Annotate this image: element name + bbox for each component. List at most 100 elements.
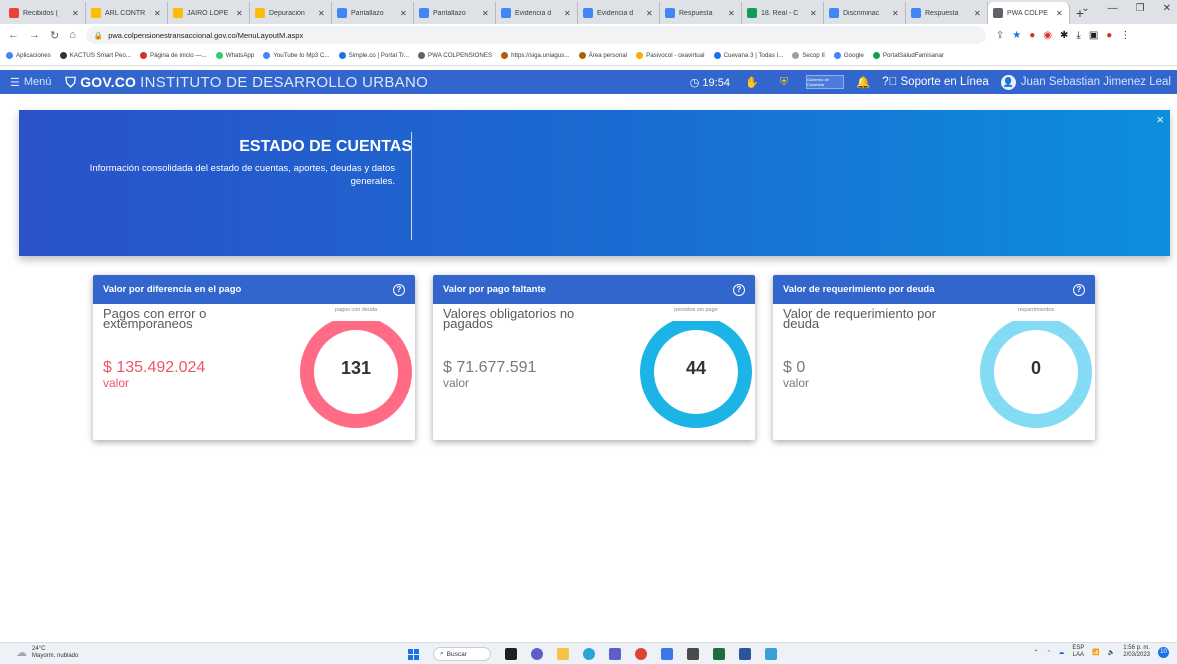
browser-tab[interactable]: Depuración ✕ bbox=[250, 2, 332, 24]
app-shield-icon[interactable] bbox=[661, 648, 673, 660]
bookmark-item[interactable]: Página de inicio —... bbox=[139, 52, 207, 59]
browser-tab[interactable]: Discriminac ✕ bbox=[824, 2, 906, 24]
download-icon[interactable]: ⤓ bbox=[1076, 30, 1080, 41]
photos-icon[interactable] bbox=[765, 648, 777, 660]
chat-icon[interactable] bbox=[531, 648, 543, 660]
reload-icon[interactable]: ↻ bbox=[50, 29, 59, 42]
browser-tab[interactable]: Pantallazo ✕ bbox=[414, 2, 496, 24]
bookmark-item[interactable]: YouTube to Mp3 C... bbox=[263, 52, 330, 59]
bookmark-item[interactable]: Aplicaciones bbox=[6, 52, 51, 59]
gov-co-logo[interactable]: ⛉ GOV.CO bbox=[65, 74, 136, 91]
clock[interactable]: 1:56 p. m. 2/03/2023 bbox=[1123, 645, 1150, 659]
bookmark-item[interactable]: Google bbox=[833, 52, 864, 59]
bookmark-item[interactable]: Simple.co | Portal Tr... bbox=[338, 52, 409, 59]
bookmark-item[interactable]: PWA COLPENSIONES bbox=[418, 52, 492, 59]
card-subtitle: Valores obligatorios no pagados bbox=[443, 306, 575, 331]
bookmark-item[interactable]: WhatsApp bbox=[215, 52, 254, 59]
bookmark-item[interactable]: Secop II bbox=[792, 52, 825, 59]
tab-favicon-icon bbox=[911, 8, 921, 18]
taskbar-search[interactable]: ⌕ Buscar bbox=[433, 647, 491, 661]
chrome-icon[interactable] bbox=[635, 648, 647, 660]
language-indicator[interactable]: ESP LAA bbox=[1072, 645, 1084, 659]
accessibility-icon[interactable]: ✋ bbox=[742, 73, 762, 91]
home-icon[interactable]: ⌂ bbox=[69, 29, 76, 41]
share-icon[interactable]: ⇪ bbox=[996, 30, 1004, 41]
word-icon[interactable] bbox=[739, 648, 751, 660]
browser-tab[interactable]: ARL CONTR ✕ bbox=[86, 2, 168, 24]
restore-button[interactable]: ❐ bbox=[1136, 3, 1145, 14]
profile-icon[interactable]: ● bbox=[1106, 30, 1112, 41]
tray-apps-icon[interactable]: ◔ bbox=[1047, 649, 1051, 655]
tab-close-icon[interactable]: ✕ bbox=[892, 9, 900, 18]
bookmark-item[interactable]: Pasivocol - ceavirtual bbox=[636, 52, 705, 59]
edge-icon[interactable] bbox=[583, 648, 595, 660]
file-explorer-icon[interactable] bbox=[557, 648, 569, 660]
tab-close-icon[interactable]: ✕ bbox=[482, 9, 490, 18]
volume-icon[interactable]: 🔈 bbox=[1108, 649, 1115, 656]
card-amount: $ 0 bbox=[783, 359, 806, 376]
windows-start-icon[interactable] bbox=[408, 648, 419, 660]
tab-close-icon[interactable]: ✕ bbox=[974, 9, 982, 18]
tab-list: Recibidos (✕ ARL CONTR ✕ JAIRO LÓPE ✕ Depurac… bbox=[4, 2, 1070, 24]
user-menu[interactable]: 👤 Juan Sebastian Jimenez Leal bbox=[1000, 74, 1171, 90]
tab-close-icon[interactable]: ✕ bbox=[318, 9, 326, 18]
tab-close-icon[interactable]: ✕ bbox=[564, 9, 572, 18]
menu-button[interactable]: ☰ Menú bbox=[10, 76, 51, 89]
tab-close-icon[interactable]: ✕ bbox=[236, 9, 244, 18]
browser-tab[interactable]: Recibidos (✕ bbox=[4, 2, 86, 24]
browser-tab[interactable]: JAIRO LÓPE ✕ bbox=[168, 2, 250, 24]
card-subtitle: Valor de requerimiento por deuda bbox=[783, 306, 936, 331]
banner-close-icon[interactable]: × bbox=[1156, 112, 1164, 127]
notifications-bell-icon[interactable]: 🔔 bbox=[856, 75, 870, 89]
tab-close-icon[interactable]: ✕ bbox=[728, 9, 736, 18]
onedrive-icon[interactable]: ☁ bbox=[1058, 649, 1064, 656]
help-icon[interactable]: ? bbox=[1073, 283, 1085, 296]
kebab-menu-icon[interactable]: ⋮ bbox=[1120, 30, 1130, 41]
browser-tab[interactable]: PWA COLPE ✕ bbox=[988, 2, 1070, 24]
tab-search-icon[interactable]: ⌄ bbox=[1081, 3, 1089, 14]
opera-icon[interactable]: ● bbox=[1029, 30, 1035, 41]
tab-close-icon[interactable]: ✕ bbox=[646, 9, 654, 18]
support-link[interactable]: ?⃝ Soporte en Línea bbox=[882, 76, 988, 88]
browser-tab[interactable]: Respuesta ✕ bbox=[906, 2, 988, 24]
bookmark-item[interactable]: Área personal bbox=[578, 52, 627, 59]
ring-count: 44 bbox=[685, 358, 707, 378]
teams-icon[interactable] bbox=[609, 648, 621, 660]
back-icon[interactable]: ← bbox=[8, 29, 19, 41]
excel-icon[interactable] bbox=[713, 648, 725, 660]
help-icon[interactable]: ? bbox=[733, 283, 745, 296]
minimize-button[interactable]: — bbox=[1108, 3, 1118, 14]
bookmark-item[interactable]: KACTUS Smart Peo... bbox=[59, 52, 131, 59]
bookmark-item[interactable]: https://siga.uniagus... bbox=[501, 52, 570, 59]
wifi-icon[interactable]: 📶 bbox=[1092, 649, 1099, 656]
banner-description: Información consolidada del estado de cu… bbox=[89, 163, 395, 187]
chevron-up-icon[interactable]: ⌃ bbox=[1034, 649, 1039, 656]
close-window-button[interactable]: ✕ bbox=[1163, 3, 1171, 14]
browser-tab[interactable]: Evidencia d ✕ bbox=[496, 2, 578, 24]
calculator-icon[interactable] bbox=[687, 648, 699, 660]
help-icon[interactable]: ? bbox=[393, 283, 405, 296]
forward-icon[interactable]: → bbox=[29, 29, 40, 41]
card-amount: $ 135.492.024 bbox=[103, 359, 206, 376]
browser-tab[interactable]: 18. Real - C ✕ bbox=[742, 2, 824, 24]
tab-close-icon[interactable]: ✕ bbox=[400, 9, 408, 18]
sidepanel-icon[interactable]: ▣ bbox=[1089, 30, 1098, 41]
bookmark-item[interactable]: Cuevana 3 | Todas l... bbox=[713, 52, 783, 59]
puzzle-icon[interactable]: ✱ bbox=[1060, 30, 1068, 41]
bookmark-star-icon[interactable]: ★ bbox=[1012, 30, 1021, 41]
notifications-badge[interactable]: 10 bbox=[1158, 646, 1169, 658]
task-view-icon[interactable] bbox=[505, 648, 517, 660]
url-field[interactable]: 🔒 pwa.colpensionestransaccional.gov.co/M… bbox=[85, 26, 986, 44]
tab-close-icon[interactable]: ✕ bbox=[154, 9, 162, 18]
weather-widget[interactable]: ☁ 24°C Mayorm. nublado bbox=[16, 646, 78, 660]
extension-icon[interactable]: ◉ bbox=[1043, 30, 1052, 41]
browser-tab[interactable]: Evidencia d ✕ bbox=[578, 2, 660, 24]
browser-tab[interactable]: Pantallazo ✕ bbox=[332, 2, 414, 24]
tab-close-icon[interactable]: ✕ bbox=[810, 9, 818, 18]
tab-close-icon[interactable]: ✕ bbox=[72, 9, 80, 18]
browser-tab[interactable]: Respuesta ✕ bbox=[660, 2, 742, 24]
tab-close-icon[interactable]: ✕ bbox=[1056, 9, 1064, 18]
search-label: Buscar bbox=[446, 650, 467, 658]
bookmark-icon bbox=[872, 52, 880, 59]
bookmark-item[interactable]: PortalSaludFamisanar bbox=[872, 52, 944, 59]
